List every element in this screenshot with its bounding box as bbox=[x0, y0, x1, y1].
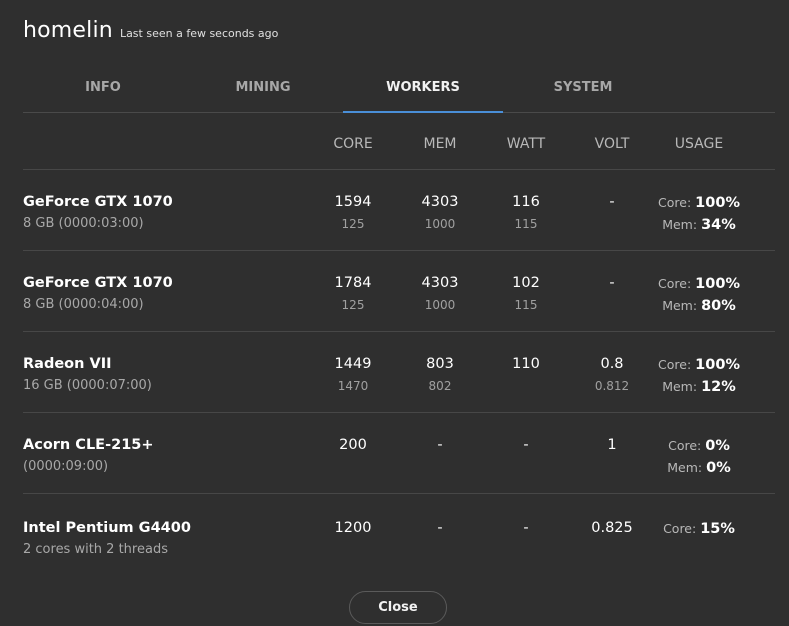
worker-row: GeForce GTX 1070 8 GB (0000:03:00) 1594 … bbox=[0, 194, 789, 254]
tab-mining[interactable]: MINING bbox=[183, 70, 343, 112]
divider bbox=[23, 493, 775, 494]
tab-workers[interactable]: WORKERS bbox=[343, 70, 503, 113]
usage-mem: Mem: 34% bbox=[644, 217, 754, 233]
usage-mem: Mem: 80% bbox=[644, 298, 754, 314]
core-clock: 200 bbox=[339, 437, 367, 453]
rig-name: homelin bbox=[23, 18, 113, 43]
usage-core-value: 15% bbox=[700, 521, 735, 537]
usage-core: Core: 0% bbox=[644, 438, 754, 454]
voltage-target: 0.812 bbox=[594, 379, 630, 393]
tab-bar: INFO MINING WORKERS SYSTEM bbox=[23, 70, 775, 113]
power-watt-target: 115 bbox=[514, 298, 538, 312]
mem-clock-target: 1000 bbox=[424, 298, 456, 312]
mem-clock-target: 1000 bbox=[424, 217, 456, 231]
last-seen-status: Last seen a few seconds ago bbox=[119, 27, 279, 40]
core-clock-target: 1470 bbox=[337, 379, 369, 393]
usage-mem-label: Mem: bbox=[662, 298, 698, 313]
core-clock: 1784 bbox=[334, 275, 372, 291]
usage-core-label: Core: bbox=[658, 195, 692, 210]
core-clock-target: 125 bbox=[341, 217, 365, 231]
usage-core-value: 100% bbox=[695, 357, 740, 373]
tab-info[interactable]: INFO bbox=[23, 70, 183, 112]
usage-mem-label: Mem: bbox=[667, 460, 703, 475]
voltage: - bbox=[609, 194, 615, 210]
voltage: 0.825 bbox=[591, 520, 633, 536]
worker-detail: (0000:09:00) bbox=[23, 459, 109, 474]
worker-row: Radeon VII 16 GB (0000:07:00) 1449 1470 … bbox=[0, 356, 789, 416]
worker-name: GeForce GTX 1070 bbox=[23, 275, 173, 291]
column-header-volt: VOLT bbox=[594, 136, 630, 152]
dialog-header: homelin Last seen a few seconds ago bbox=[23, 18, 278, 43]
usage-core-label: Core: bbox=[658, 276, 692, 291]
mem-clock: - bbox=[437, 520, 443, 536]
worker-name: Acorn CLE-215+ bbox=[23, 437, 154, 453]
worker-detail: 16 GB (0000:07:00) bbox=[23, 378, 152, 393]
usage-core: Core: 100% bbox=[644, 195, 754, 211]
usage-mem-label: Mem: bbox=[662, 379, 698, 394]
usage-core: Core: 100% bbox=[644, 357, 754, 373]
power-watt: 110 bbox=[512, 356, 540, 372]
divider bbox=[23, 412, 775, 413]
usage-core: Core: 100% bbox=[644, 276, 754, 292]
usage-mem-value: 12% bbox=[701, 379, 736, 395]
mem-clock: 4303 bbox=[421, 275, 459, 291]
usage-core-value: 0% bbox=[705, 438, 730, 454]
usage-core-value: 100% bbox=[695, 195, 740, 211]
usage-mem-label: Mem: bbox=[662, 217, 698, 232]
voltage: 1 bbox=[607, 437, 617, 453]
divider bbox=[23, 250, 775, 251]
divider bbox=[23, 331, 775, 332]
mem-clock: 803 bbox=[426, 356, 454, 372]
worker-name: GeForce GTX 1070 bbox=[23, 194, 173, 210]
usage-mem: Mem: 0% bbox=[644, 460, 754, 476]
worker-row: Intel Pentium G4400 2 cores with 2 threa… bbox=[0, 520, 789, 580]
usage-core-label: Core: bbox=[658, 357, 692, 372]
voltage: 0.8 bbox=[600, 356, 624, 372]
tab-system[interactable]: SYSTEM bbox=[503, 70, 663, 112]
power-watt: 102 bbox=[512, 275, 540, 291]
power-watt-target: 115 bbox=[514, 217, 538, 231]
usage-core-label: Core: bbox=[663, 521, 697, 536]
worker-row: GeForce GTX 1070 8 GB (0000:04:00) 1784 … bbox=[0, 275, 789, 335]
voltage: - bbox=[609, 275, 615, 291]
power-watt: 116 bbox=[512, 194, 540, 210]
worker-name: Intel Pentium G4400 bbox=[23, 520, 191, 536]
worker-name: Radeon VII bbox=[23, 356, 112, 372]
worker-detail: 2 cores with 2 threads bbox=[23, 542, 168, 557]
mem-clock: 4303 bbox=[421, 194, 459, 210]
usage-mem-value: 80% bbox=[701, 298, 736, 314]
power-watt: - bbox=[523, 520, 529, 536]
power-watt: - bbox=[523, 437, 529, 453]
usage-core-value: 100% bbox=[695, 276, 740, 292]
core-clock-target: 125 bbox=[341, 298, 365, 312]
core-clock: 1594 bbox=[334, 194, 372, 210]
mem-clock: - bbox=[437, 437, 443, 453]
usage-core-label: Core: bbox=[668, 438, 702, 453]
mem-clock-target: 802 bbox=[428, 379, 452, 393]
close-button[interactable]: Close bbox=[349, 591, 447, 624]
usage-mem: Mem: 12% bbox=[644, 379, 754, 395]
core-clock: 1200 bbox=[334, 520, 372, 536]
column-header-watt: WATT bbox=[506, 136, 546, 152]
usage-mem-value: 0% bbox=[706, 460, 731, 476]
divider bbox=[23, 169, 775, 170]
column-header-core: CORE bbox=[333, 136, 373, 152]
usage-core: Core: 15% bbox=[644, 521, 754, 537]
worker-row: Acorn CLE-215+ (0000:09:00) 200 - - 1 Co… bbox=[0, 437, 789, 497]
column-header-mem: MEM bbox=[423, 136, 457, 152]
core-clock: 1449 bbox=[334, 356, 372, 372]
usage-mem-value: 34% bbox=[701, 217, 736, 233]
column-headers: CORE MEM WATT VOLT USAGE bbox=[0, 136, 789, 158]
worker-detail: 8 GB (0000:03:00) bbox=[23, 216, 144, 231]
worker-detail: 8 GB (0000:04:00) bbox=[23, 297, 144, 312]
column-header-usage: USAGE bbox=[674, 136, 724, 152]
